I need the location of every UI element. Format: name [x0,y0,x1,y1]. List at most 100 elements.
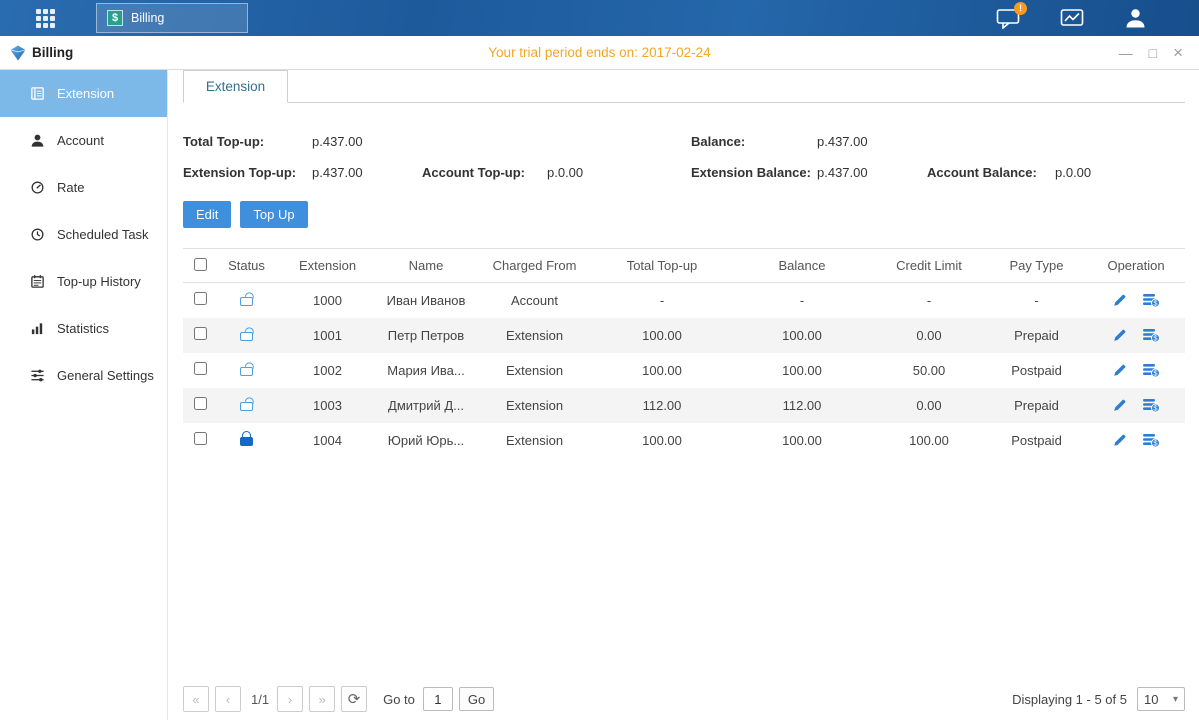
select-all-checkbox[interactable] [194,258,207,271]
cell-pay-type: - [986,283,1087,318]
col-name: Name [375,249,477,283]
status-lock-icon[interactable] [240,291,253,306]
cell-extension: 1000 [280,283,375,318]
page-indicator: 1/1 [251,692,269,707]
billing-logo-icon [10,45,26,61]
col-total-topup: Total Top-up [592,249,732,283]
user-account-icon[interactable] [1124,7,1147,29]
cell-charged-from: Extension [477,353,592,388]
refresh-icon[interactable]: ⟳ [341,686,367,712]
col-status: Status [213,249,280,283]
sidebar-item-topup-history[interactable]: Top-up History [0,258,167,305]
status-lock-icon[interactable] [240,396,253,411]
topup-icon[interactable]: $ [1143,328,1160,343]
edit-button[interactable]: Edit [183,201,231,228]
status-lock-icon[interactable] [240,361,253,376]
page-size-select[interactable]: 10 ▾ [1137,687,1185,711]
app-grid-icon[interactable] [36,9,55,28]
account-balance-label: Account Balance: [927,158,1055,187]
cell-extension: 1002 [280,353,375,388]
cell-name: Петр Петров [375,318,477,353]
status-lock-icon[interactable] [240,431,253,446]
topup-icon[interactable]: $ [1143,293,1160,308]
billing-app-tab[interactable]: $ Billing [96,3,248,33]
total-topup-label: Total Top-up: [183,127,312,156]
next-page-button[interactable]: › [277,686,303,712]
cell-credit-limit: 0.00 [872,388,986,423]
row-checkbox[interactable] [194,432,207,445]
topup-icon[interactable]: $ [1143,363,1160,378]
cell-balance: - [732,283,872,318]
edit-icon[interactable] [1113,433,1127,447]
cell-balance: 100.00 [732,423,872,458]
pagination-bar: « ‹ 1/1 › » ⟳ Go to Go Displaying 1 - 5 … [183,686,1185,712]
sidebar-item-scheduled-task[interactable]: Scheduled Task [0,211,167,258]
cell-credit-limit: 0.00 [872,318,986,353]
cell-balance: 100.00 [732,353,872,388]
prev-page-button[interactable]: ‹ [215,686,241,712]
sidebar-item-label: Rate [57,180,84,195]
balance-value: p.437.00 [817,127,927,156]
edit-icon[interactable] [1113,328,1127,342]
sidebar-item-label: Scheduled Task [57,227,149,242]
notifications-icon[interactable]: ! [996,8,1020,29]
cell-total-topup: - [592,283,732,318]
top-bar: $ Billing ! [0,0,1199,36]
close-icon[interactable]: × [1173,44,1183,61]
extension-icon [30,86,45,101]
maximize-icon[interactable]: □ [1149,46,1157,60]
cell-credit-limit: 50.00 [872,353,986,388]
col-extension: Extension [280,249,375,283]
sidebar-item-statistics[interactable]: Statistics [0,305,167,352]
row-checkbox[interactable] [194,397,207,410]
scheduled-task-icon [30,227,45,242]
tab-extension[interactable]: Extension [183,70,288,103]
top-up-button[interactable]: Top Up [240,201,307,228]
cell-credit-limit: 100.00 [872,423,986,458]
cell-charged-from: Extension [477,423,592,458]
sidebar: Extension Account Rate Scheduled Task [0,70,168,720]
notification-badge: ! [1014,2,1027,15]
first-page-button[interactable]: « [183,686,209,712]
col-credit-limit: Credit Limit [872,249,986,283]
go-button[interactable]: Go [459,687,494,711]
minimize-icon[interactable]: — [1119,46,1133,60]
cell-name: Иван Иванов [375,283,477,318]
extension-balance-value: p.437.00 [817,158,927,187]
cell-pay-type: Postpaid [986,353,1087,388]
window-app-title: Billing [0,45,73,61]
table-row: 1000Иван ИвановAccount----$ [183,283,1185,318]
table-row: 1004Юрий Юрь...Extension100.00100.00100.… [183,423,1185,458]
window-titlebar: Billing Your trial period ends on: 2017-… [0,36,1199,70]
sidebar-item-rate[interactable]: Rate [0,164,167,211]
status-lock-icon[interactable] [240,326,253,341]
account-balance-value: p.0.00 [1055,158,1185,187]
row-checkbox[interactable] [194,362,207,375]
goto-page-input[interactable] [423,687,453,711]
edit-icon[interactable] [1113,363,1127,377]
sidebar-item-general-settings[interactable]: General Settings [0,352,167,399]
sidebar-item-label: Top-up History [57,274,141,289]
topup-icon[interactable]: $ [1143,433,1160,448]
sidebar-item-account[interactable]: Account [0,117,167,164]
dollar-icon: $ [107,10,123,26]
balance-label: Balance: [691,127,817,156]
topup-icon[interactable]: $ [1143,398,1160,413]
edit-icon[interactable] [1113,293,1127,307]
chevron-down-icon: ▾ [1173,694,1178,705]
edit-icon[interactable] [1113,398,1127,412]
trial-notice: Your trial period ends on: 2017-02-24 [0,45,1199,60]
last-page-button[interactable]: » [309,686,335,712]
account-topup-value: p.0.00 [547,158,691,187]
row-checkbox[interactable] [194,327,207,340]
table-row: 1003Дмитрий Д...Extension112.00112.000.0… [183,388,1185,423]
displaying-text: Displaying 1 - 5 of 5 [1012,692,1127,707]
row-checkbox[interactable] [194,292,207,305]
goto-label: Go to [383,692,415,707]
topup-history-icon [30,274,45,289]
sidebar-item-extension[interactable]: Extension [0,70,167,117]
sidebar-item-label: Account [57,133,104,148]
monitor-chart-icon[interactable] [1060,8,1084,29]
sidebar-item-label: General Settings [57,368,154,383]
page-size-value: 10 [1144,692,1158,707]
